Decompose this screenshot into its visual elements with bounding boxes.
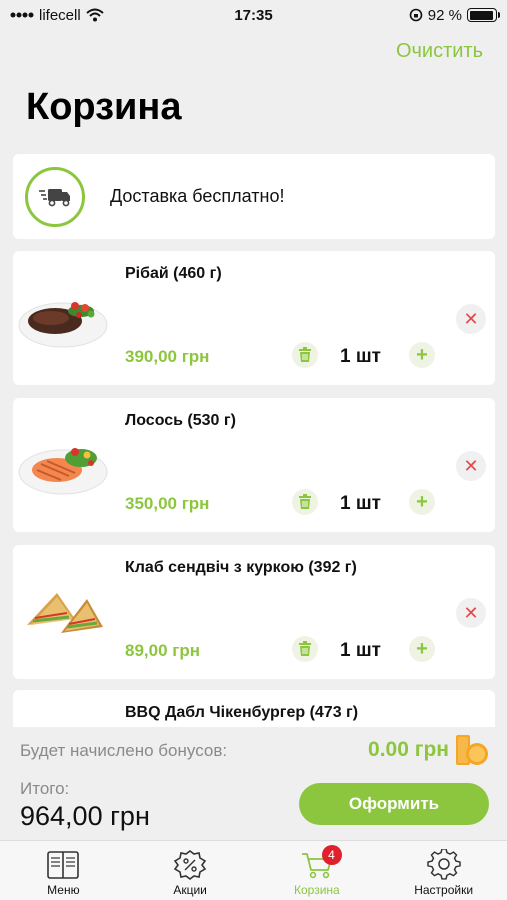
tab-menu[interactable]: Меню (0, 841, 127, 900)
trash-icon (299, 494, 311, 509)
wifi-icon (86, 8, 104, 22)
clear-cart-button[interactable]: Очистить (396, 40, 483, 63)
tab-bar: Меню Акции 4 Корзина Настройки (0, 840, 507, 900)
battery-icon (467, 8, 500, 22)
close-icon: ✕ (463, 602, 479, 623)
cart-count-badge: 4 (321, 845, 342, 865)
close-icon: ✕ (463, 455, 479, 476)
item-name: BBQ Дабл Чікенбургер (473 г) (125, 704, 359, 721)
truck-icon (25, 166, 85, 227)
total-value: 964,00 грн (20, 801, 150, 831)
cart-item: Рібай (460 г) 390,00 грн 1 шт + ✕ (13, 251, 495, 385)
salmon-image (18, 448, 108, 495)
bonus-value: 0.00 грн (368, 738, 449, 761)
tab-label: Настройки (414, 883, 474, 897)
steak-image (18, 302, 108, 348)
trash-icon (299, 347, 311, 362)
bonus-label: Будет начислено бонусов: (20, 741, 228, 760)
tab-label: Акции (173, 883, 207, 897)
increase-button[interactable]: + (409, 636, 435, 662)
gear-icon (426, 849, 461, 880)
decrease-button[interactable] (292, 489, 318, 515)
item-name: Клаб сендвіч з куркою (392 г) (125, 559, 357, 576)
item-name: Рібай (460 г) (125, 265, 222, 282)
plus-icon: + (416, 638, 428, 660)
tab-promotions[interactable]: Акции (127, 841, 254, 900)
tab-cart[interactable]: 4 Корзина (254, 841, 381, 900)
status-left: lifecell (10, 7, 104, 24)
order-summary: Будет начислено бонусов: 0.00 грн Итого:… (0, 727, 507, 840)
menu-book-icon (47, 851, 80, 879)
decrease-button[interactable] (292, 342, 318, 368)
status-right: 92 % (409, 6, 500, 24)
remove-item-button[interactable]: ✕ (456, 451, 486, 481)
item-price: 89,00 грн (125, 641, 200, 660)
discount-badge-icon (173, 850, 207, 880)
decrease-button[interactable] (292, 636, 318, 662)
total-label: Итого: (20, 779, 70, 798)
trash-icon (299, 641, 311, 656)
close-icon: ✕ (463, 308, 479, 329)
item-price: 390,00 грн (125, 347, 210, 366)
remove-item-button[interactable]: ✕ (456, 598, 486, 628)
status-bar: lifecell 17:35 92 % (0, 0, 507, 30)
increase-button[interactable]: + (409, 489, 435, 515)
remove-item-button[interactable]: ✕ (456, 304, 486, 334)
battery-level (469, 10, 493, 20)
sandwich-image (27, 593, 103, 633)
status-time: 17:35 (234, 6, 273, 24)
cart-item: Лосось (530 г) 350,00 грн 1 шт + ✕ (13, 398, 495, 532)
cart-item: Клаб сендвіч з куркою (392 г) 89,00 грн … (13, 545, 495, 679)
increase-button[interactable]: + (409, 342, 435, 368)
item-quantity: 1 шт (340, 493, 381, 514)
item-price: 350,00 грн (125, 494, 210, 513)
tab-settings[interactable]: Настройки (380, 841, 507, 900)
item-quantity: 1 шт (340, 640, 381, 661)
tab-label: Меню (47, 883, 80, 897)
plus-icon: + (416, 344, 428, 366)
item-quantity: 1 шт (340, 346, 381, 367)
carrier-name: lifecell (39, 6, 81, 24)
checkout-button[interactable]: Оформить (299, 783, 489, 825)
delivery-text: Доставка бесплатно! (110, 186, 285, 206)
plus-icon: + (416, 491, 428, 513)
delivery-card: Доставка бесплатно! (13, 154, 495, 239)
tab-label: Корзина (294, 883, 340, 897)
coin-stack-icon (456, 735, 488, 765)
orientation-lock-icon (409, 8, 423, 22)
battery-percent: 92 % (427, 6, 462, 24)
page-title: Корзина (26, 86, 182, 128)
item-name: Лосось (530 г) (125, 412, 236, 429)
signal-icon (10, 12, 34, 18)
